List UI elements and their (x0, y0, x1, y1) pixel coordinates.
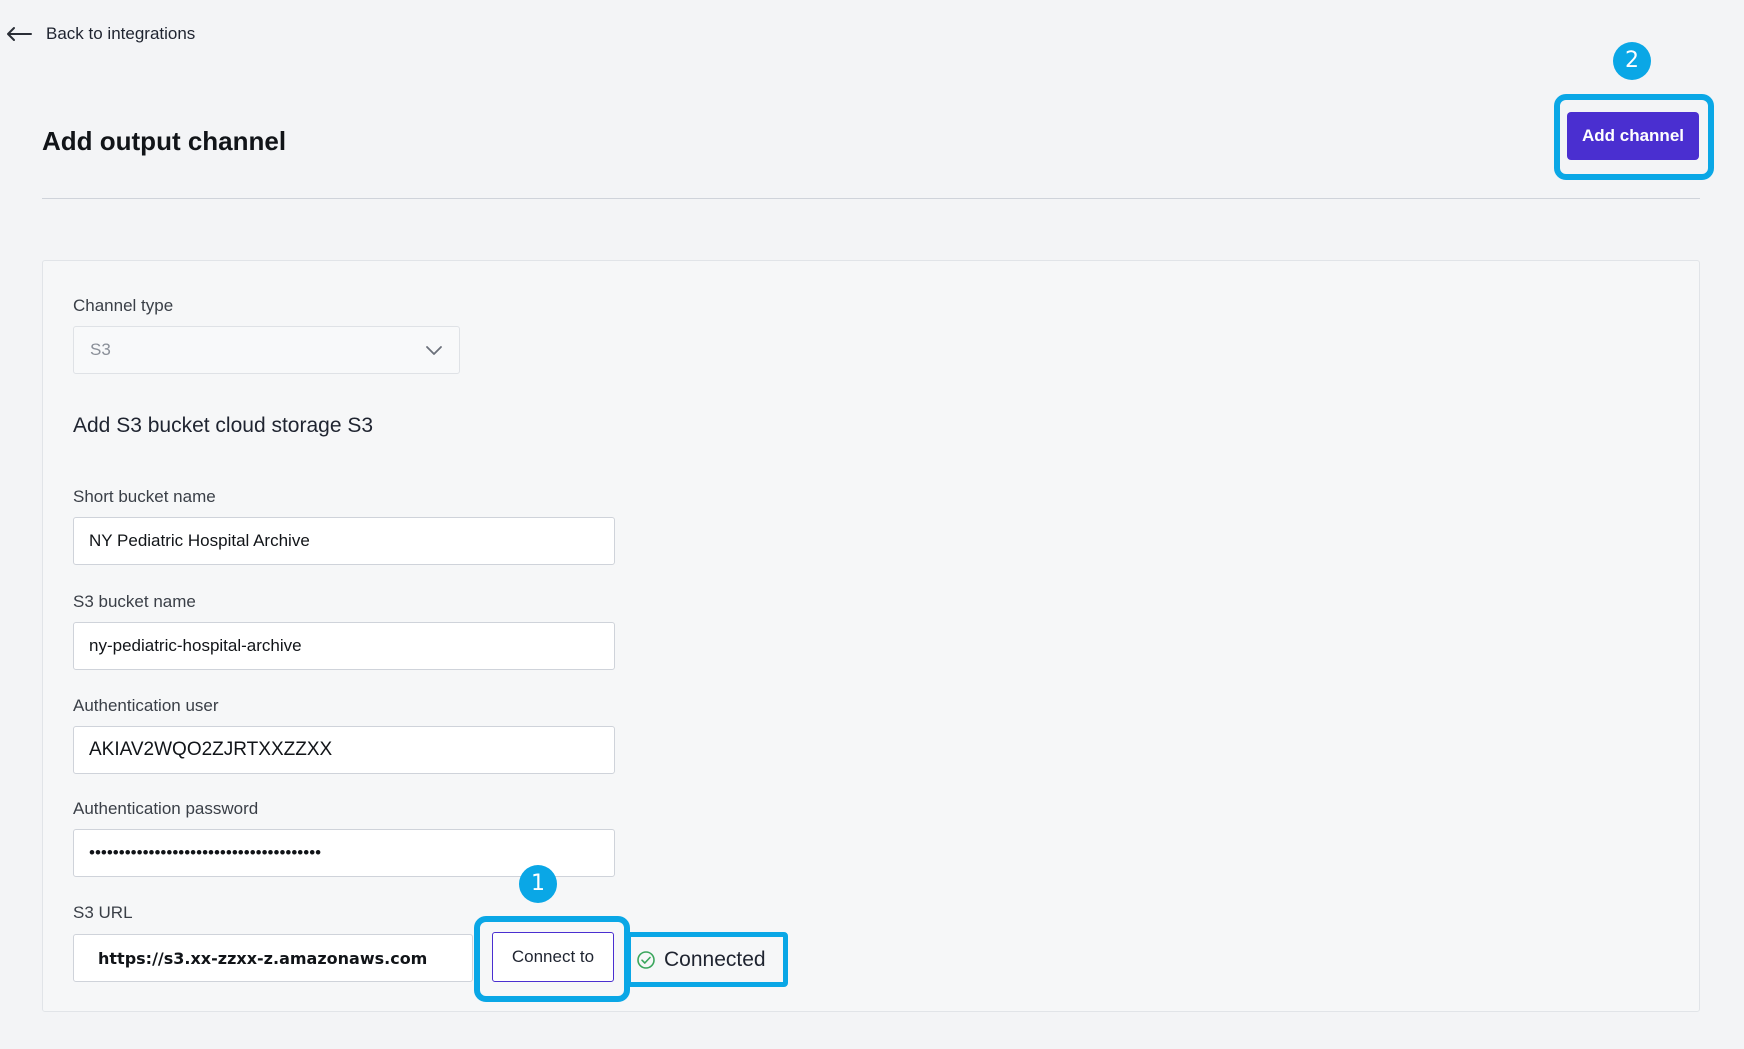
page-title: Add output channel (42, 126, 287, 156)
s3-url-input[interactable] (73, 934, 473, 982)
short-bucket-name-input[interactable] (73, 517, 615, 565)
back-link-label: Back to integrations (46, 24, 196, 43)
check-circle-icon (637, 951, 655, 969)
back-to-integrations-link[interactable]: Back to integrations (6, 22, 195, 46)
header-divider (42, 198, 1700, 199)
s3-bucket-name-input[interactable] (73, 622, 615, 670)
s3-url-label: S3 URL (73, 903, 133, 922)
add-channel-button[interactable]: Add channel (1567, 112, 1699, 160)
channel-type-select[interactable]: S3 (73, 326, 460, 374)
short-bucket-name-label: Short bucket name (73, 487, 216, 506)
auth-password-label: Authentication password (73, 799, 259, 818)
callout-badge-1: 1 (519, 865, 557, 903)
auth-user-label: Authentication user (73, 696, 219, 715)
s3-bucket-name-label: S3 bucket name (73, 592, 196, 611)
section-heading: Add S3 bucket cloud storage S3 (73, 414, 374, 437)
channel-type-label: Channel type (73, 296, 174, 315)
connection-status: Connected (636, 942, 766, 978)
chevron-down-icon (426, 346, 442, 355)
auth-user-input[interactable] (73, 726, 615, 774)
callout-badge-2: 2 (1613, 42, 1651, 80)
arrow-left-icon (7, 27, 32, 41)
connection-status-text: Connected (664, 948, 766, 971)
connect-to-button[interactable]: Connect to (492, 932, 614, 982)
channel-type-value: S3 (90, 340, 111, 359)
